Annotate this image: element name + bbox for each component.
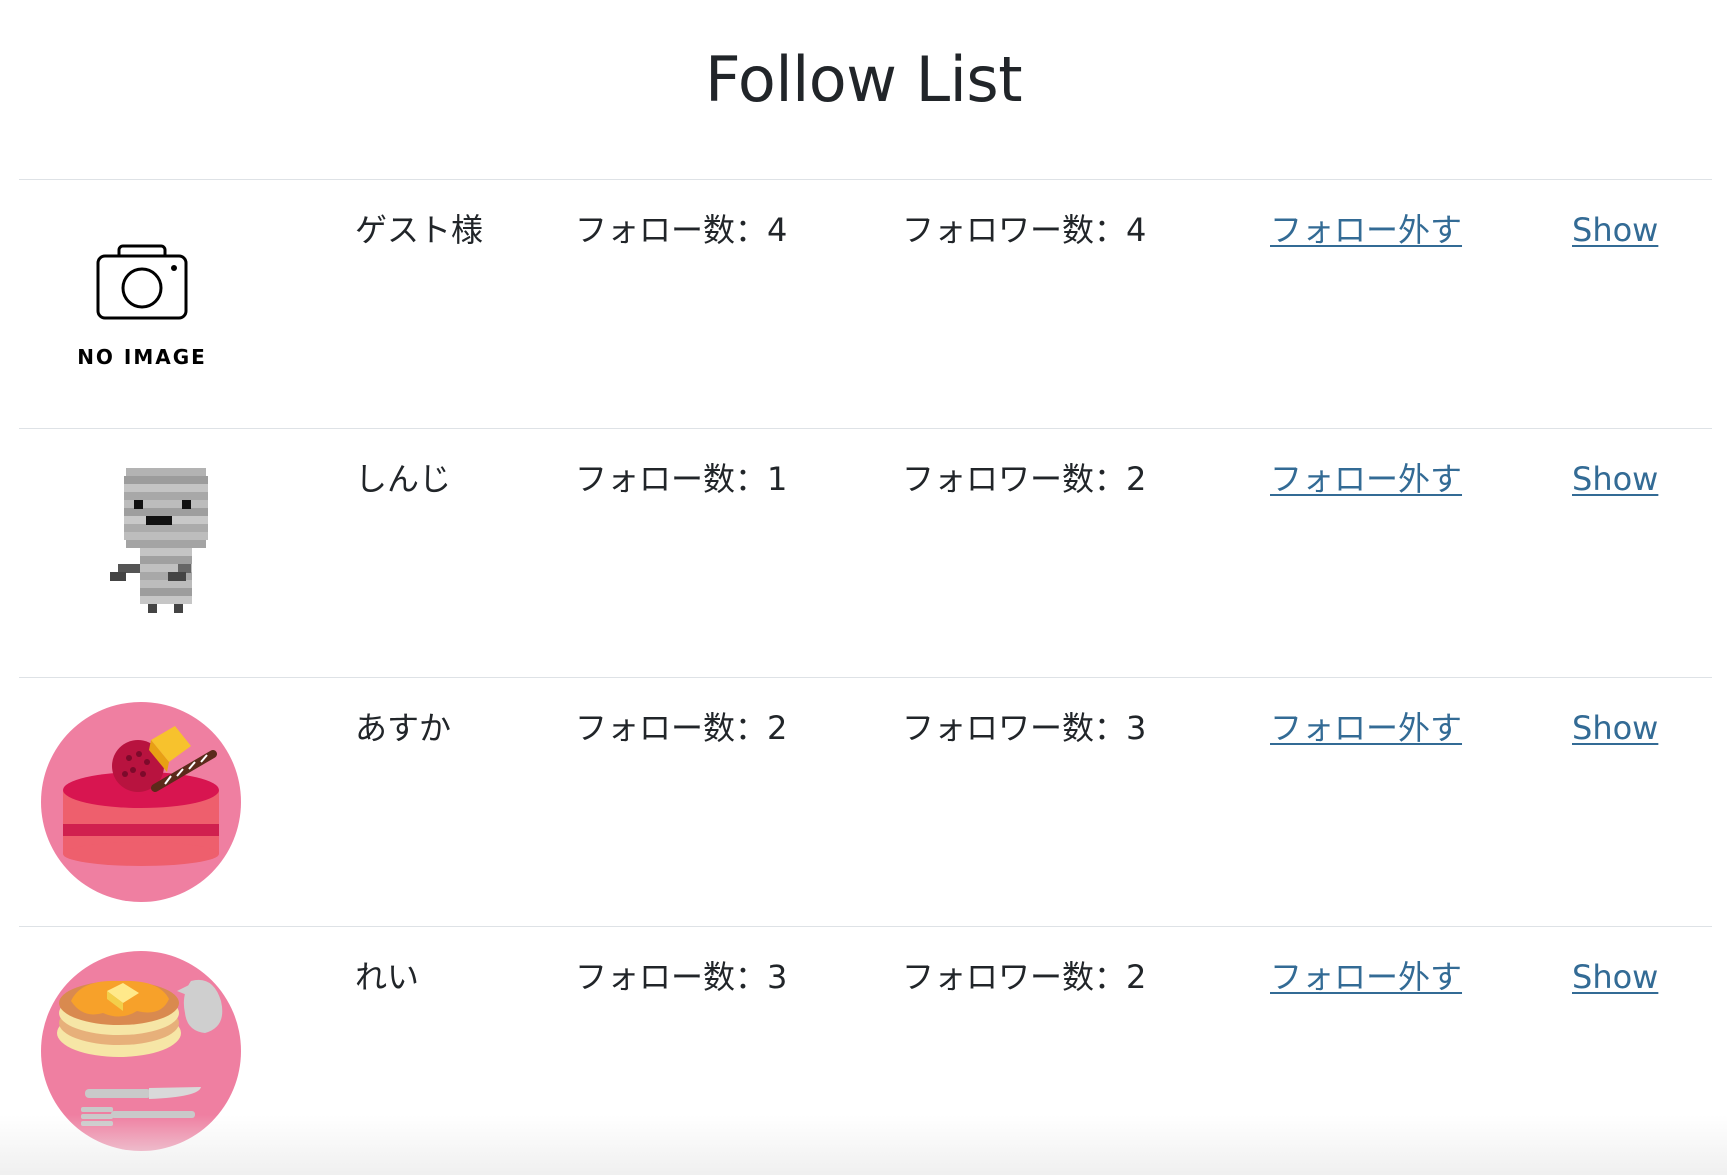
follower-count: フォロワー数：4 bbox=[902, 211, 1147, 249]
table-row: しんじ フォロー数：1 フォロワー数：2 フォロー外す Show bbox=[19, 428, 1712, 677]
user-name: れい bbox=[355, 958, 420, 996]
unfollow-link[interactable]: フォロー外す bbox=[1270, 709, 1462, 747]
avatar bbox=[41, 453, 241, 653]
no-image-camera-icon: NO IMAGE bbox=[77, 244, 207, 369]
show-link[interactable]: Show bbox=[1572, 958, 1658, 996]
follow-count: フォロー数：3 bbox=[575, 958, 788, 996]
follow-count: フォロー数：2 bbox=[575, 709, 788, 747]
unfollow-link[interactable]: フォロー外す bbox=[1270, 958, 1462, 996]
show-link[interactable]: Show bbox=[1572, 709, 1658, 747]
follow-list-table: NO IMAGE ゲスト様 フォロー数：4 フォロワー数：4 フォロー外す Sh… bbox=[19, 179, 1712, 1175]
avatar bbox=[41, 702, 241, 902]
page-title: Follow List bbox=[704, 43, 1023, 116]
show-link[interactable]: Show bbox=[1572, 460, 1658, 498]
follow-count: フォロー数：4 bbox=[575, 211, 788, 249]
cake-avatar-icon bbox=[41, 702, 241, 902]
user-name: あすか bbox=[355, 709, 452, 747]
follower-count: フォロワー数：2 bbox=[902, 460, 1147, 498]
follower-count: フォロワー数：3 bbox=[902, 709, 1147, 747]
pancake-avatar-icon bbox=[41, 951, 241, 1151]
unfollow-link[interactable]: フォロー外す bbox=[1270, 211, 1462, 249]
follow-count: フォロー数：1 bbox=[575, 460, 788, 498]
follower-count: フォロワー数：2 bbox=[902, 958, 1147, 996]
user-name: ゲスト様 bbox=[355, 211, 484, 249]
table-row: れい フォロー数：3 フォロワー数：2 フォロー外す Show bbox=[19, 926, 1712, 1175]
unfollow-link[interactable]: フォロー外す bbox=[1270, 460, 1462, 498]
avatar: NO IMAGE bbox=[41, 204, 241, 404]
no-image-text: NO IMAGE bbox=[77, 345, 207, 369]
show-link[interactable]: Show bbox=[1572, 211, 1658, 249]
user-name: しんじ bbox=[355, 460, 452, 498]
table-row: あすか フォロー数：2 フォロワー数：3 フォロー外す Show bbox=[19, 677, 1712, 926]
avatar bbox=[41, 951, 241, 1151]
pixel-mummy-avatar-icon bbox=[110, 468, 208, 613]
table-row: NO IMAGE ゲスト様 フォロー数：4 フォロワー数：4 フォロー外す Sh… bbox=[19, 179, 1712, 428]
